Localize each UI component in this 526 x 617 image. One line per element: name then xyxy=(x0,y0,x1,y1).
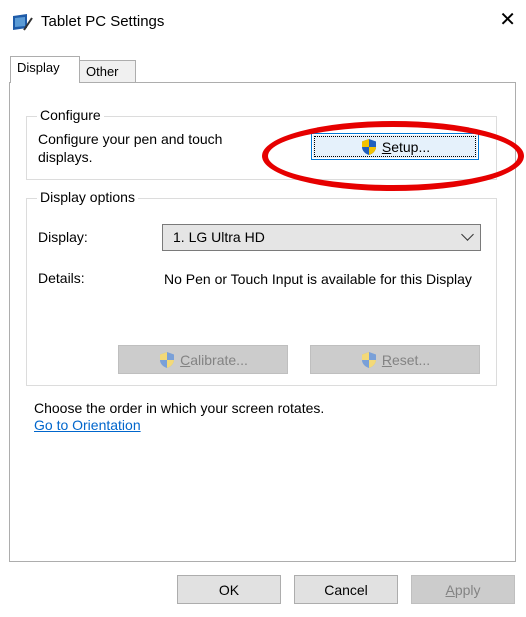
uac-shield-icon xyxy=(361,138,376,155)
display-options-group-title: Display options xyxy=(37,189,138,205)
chevron-down-icon xyxy=(461,228,474,241)
display-label: Display: xyxy=(38,229,88,245)
details-label: Details: xyxy=(38,270,85,286)
title-bar: Tablet PC Settings ✕ xyxy=(0,0,526,46)
close-icon[interactable]: ✕ xyxy=(499,10,516,30)
tablet-pc-icon xyxy=(13,14,33,31)
uac-shield-icon xyxy=(160,351,175,368)
uac-shield-icon xyxy=(361,351,376,368)
configure-description: Configure your pen and touch displays. xyxy=(38,131,223,165)
apply-button-label: Apply xyxy=(445,581,481,598)
display-select[interactable]: 1. LG Ultra HD xyxy=(162,224,481,251)
tab-other[interactable]: Other xyxy=(79,60,136,84)
tab-display[interactable]: Display xyxy=(10,56,80,83)
ok-button[interactable]: OK xyxy=(177,575,281,604)
window-title: Tablet PC Settings xyxy=(41,13,165,30)
reset-button-label: Reset... xyxy=(381,351,431,368)
orientation-description: Choose the order in which your screen ro… xyxy=(34,400,325,416)
calibrate-button-label: Calibrate... xyxy=(180,351,248,368)
go-to-orientation-link[interactable]: Go to Orientation xyxy=(34,417,141,433)
ok-button-label: OK xyxy=(218,581,240,598)
display-select-value: 1. LG Ultra HD xyxy=(173,229,265,245)
cancel-button-label: Cancel xyxy=(324,581,368,598)
apply-button[interactable]: Apply xyxy=(411,575,515,604)
configure-group-title: Configure xyxy=(37,107,104,123)
setup-button[interactable]: Setup... xyxy=(311,133,479,160)
details-text: No Pen or Touch Input is available for t… xyxy=(164,271,472,287)
reset-button[interactable]: Reset... xyxy=(310,345,480,374)
cancel-button[interactable]: Cancel xyxy=(294,575,398,604)
setup-button-label: Setup... xyxy=(381,138,431,155)
calibrate-button[interactable]: Calibrate... xyxy=(118,345,288,374)
